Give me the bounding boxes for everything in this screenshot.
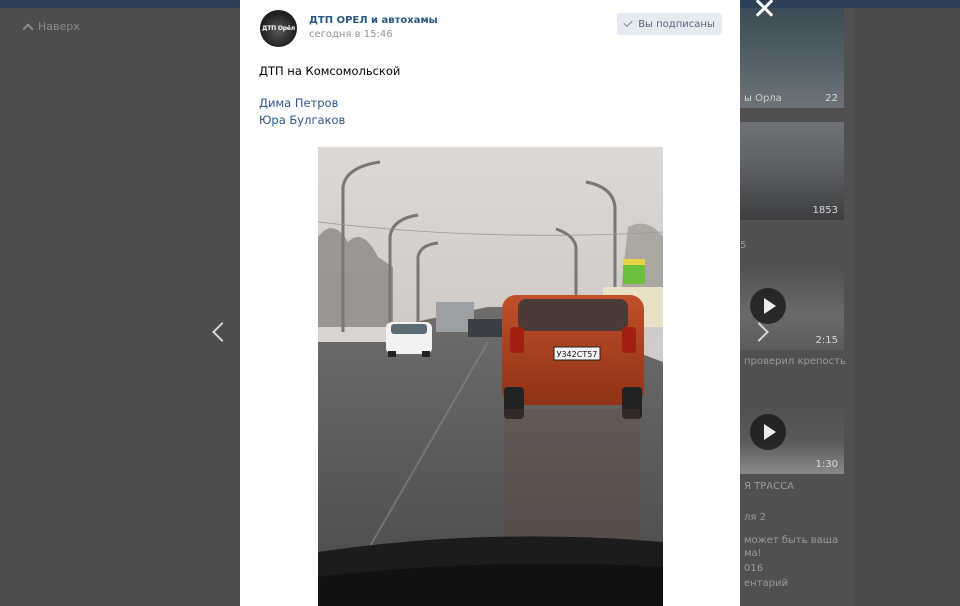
right-edge: [855, 8, 960, 606]
back-to-top-link[interactable]: Наверх: [22, 20, 80, 35]
avatar[interactable]: ДТП Орёл: [260, 10, 297, 47]
video-thumbnail[interactable]: 1853: [740, 122, 844, 220]
mention-link[interactable]: Дима Петров: [259, 96, 338, 110]
post-date[interactable]: сегодня в 15:46: [309, 29, 393, 40]
post-modal: ДТП Орёл ДТП ОРЕЛ и автохамы сегодня в 1…: [240, 0, 740, 606]
post-text: ДТП на Комсомольской: [259, 64, 401, 78]
video-caption: ы Орла: [744, 93, 782, 104]
video-thumbnail[interactable]: 1:30: [740, 402, 844, 474]
post-author[interactable]: ДТП ОРЕЛ и автохамы: [309, 15, 438, 26]
video-title[interactable]: Я ТРАССА: [744, 481, 794, 492]
post-photo[interactable]: У342СТ57: [318, 147, 663, 606]
subscribed-button[interactable]: Вы подписаны: [617, 13, 722, 35]
mention-link[interactable]: Юра Булгаков: [259, 113, 345, 127]
close-icon[interactable]: [753, 0, 775, 20]
post-date: 016: [744, 563, 764, 574]
left-column: [10, 8, 240, 606]
check-icon: [623, 17, 633, 28]
video-duration: 1:30: [815, 459, 838, 470]
chevron-up-icon: [22, 22, 34, 35]
back-to-top-label: Наверх: [38, 20, 80, 33]
post-snippet: может быть ваша: [744, 535, 839, 546]
video-duration: 2:15: [815, 335, 838, 346]
road-photo: У342СТ57: [318, 147, 663, 606]
play-icon[interactable]: [750, 414, 786, 450]
play-icon[interactable]: [750, 288, 786, 324]
post-snippet: ма!: [744, 548, 762, 559]
video-thumbnail[interactable]: ы Орла 22: [740, 8, 844, 108]
video-duration: 22: [825, 93, 838, 104]
license-plate: У342СТ57: [557, 350, 598, 359]
comment-link[interactable]: ентарий: [744, 578, 788, 589]
video-duration: 1853: [812, 205, 838, 216]
community-name: ля 2: [744, 512, 766, 523]
section-count: 5: [740, 240, 747, 251]
video-title[interactable]: проверил крепость: [744, 356, 846, 367]
subscribed-label: Вы подписаны: [638, 18, 715, 30]
avatar-logo-text: ДТП Орёл: [262, 25, 295, 32]
